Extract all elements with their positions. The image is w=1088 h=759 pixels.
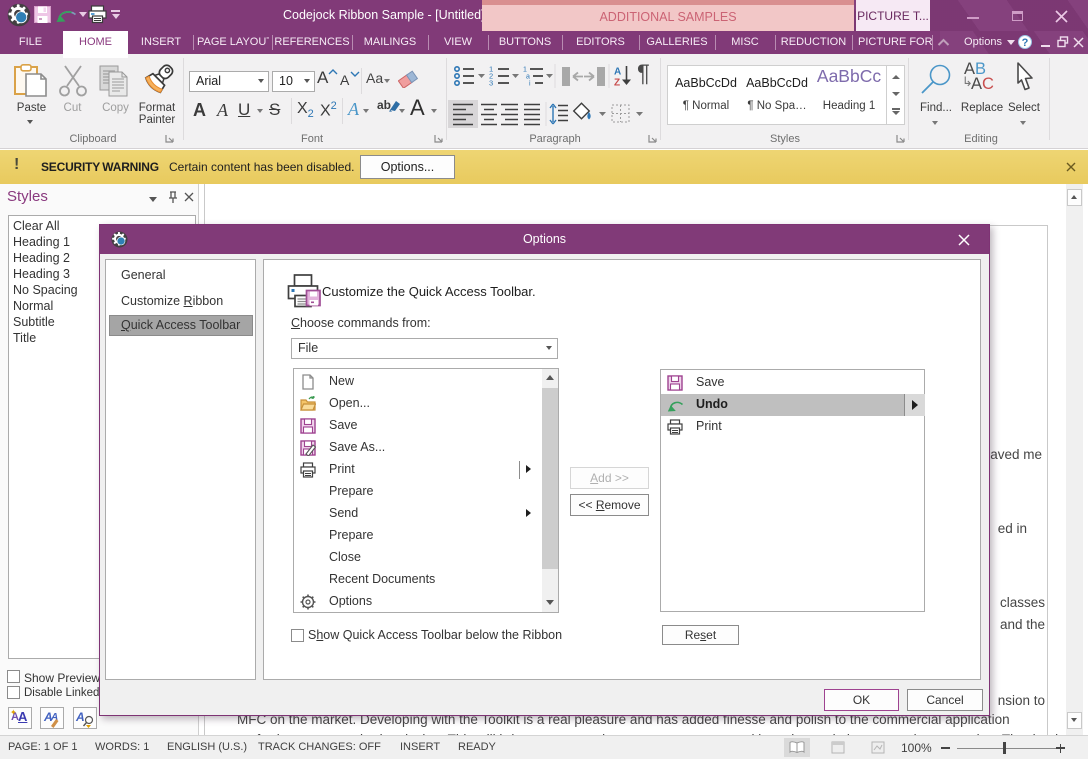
svg-text:a: a xyxy=(526,74,530,81)
svg-text:Z: Z xyxy=(614,78,620,89)
svg-text:1: 1 xyxy=(523,67,527,74)
svg-text:i: i xyxy=(529,81,531,88)
svg-text:3: 3 xyxy=(489,79,493,88)
svg-text:A: A xyxy=(614,67,621,78)
